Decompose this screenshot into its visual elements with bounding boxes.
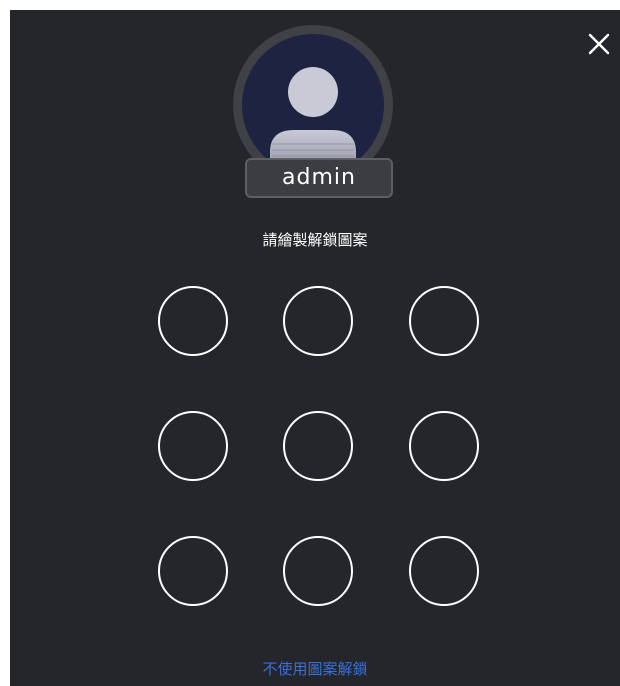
pattern-dot-8[interactable] xyxy=(283,536,353,606)
username-label: admin xyxy=(245,158,393,198)
pattern-dot-9[interactable] xyxy=(409,536,479,606)
pattern-dot-6[interactable] xyxy=(409,411,479,481)
avatar-circle xyxy=(242,34,384,176)
pattern-prompt: 請繪製解鎖圖案 xyxy=(262,231,368,249)
pattern-dot-4[interactable] xyxy=(158,411,228,481)
close-button[interactable] xyxy=(584,29,614,59)
pattern-dot-7[interactable] xyxy=(158,536,228,606)
pattern-dot-5[interactable] xyxy=(283,411,353,481)
close-icon xyxy=(588,33,610,55)
skip-pattern-link[interactable]: 不使用圖案解鎖 xyxy=(10,659,620,679)
unlock-dialog: admin 請繪製解鎖圖案 不使用圖案解鎖 xyxy=(10,10,620,686)
pattern-dot-2[interactable] xyxy=(283,286,353,356)
pattern-dot-3[interactable] xyxy=(409,286,479,356)
user-silhouette-icon xyxy=(270,67,356,176)
pattern-dot-1[interactable] xyxy=(158,286,228,356)
